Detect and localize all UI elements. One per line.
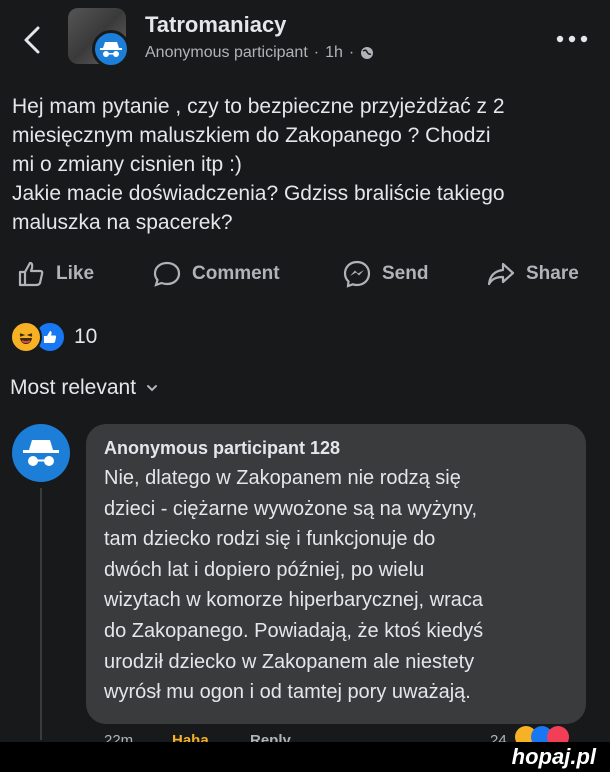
post-line: maluszka na spacerek? — [12, 211, 233, 234]
messenger-icon — [343, 260, 371, 288]
haha-reaction-icon — [10, 321, 42, 353]
post-line: miesięcznym maluszkiem do Zakopanego ? C… — [12, 124, 491, 147]
back-arrow-icon[interactable] — [18, 24, 46, 56]
sort-label: Most relevant — [10, 376, 137, 399]
comment-line: dwóch lat i dopiero później, po wielu — [104, 558, 425, 581]
comment-line: wizytach w komorze hiperbarycznej, wraca — [104, 589, 484, 612]
comment-author[interactable]: Anonymous participant 128 — [104, 438, 568, 459]
post-line: mi o zmiany cisnien itp :) — [12, 153, 242, 176]
post-line: Jakie macie doświadczenia? Gdziss braliś… — [12, 182, 505, 205]
share-button[interactable]: Share — [486, 252, 579, 296]
post-author[interactable]: Anonymous participant — [145, 44, 308, 62]
watermark-bar: hopaj.pl — [0, 742, 610, 772]
site-watermark-logo: hopaj.pl — [512, 744, 596, 770]
more-options-icon[interactable] — [555, 34, 589, 44]
post-actions: Like Comment Send Share — [0, 252, 610, 296]
post-body: Hej mam pytanie , czy to bezpieczne przy… — [12, 92, 602, 237]
comment-line: urodził dziecko w Zakopanem ale niestety — [104, 650, 475, 673]
comment-bubble: Anonymous participant 128 Nie, dlatego w… — [86, 424, 586, 724]
chevron-down-icon — [147, 385, 158, 392]
like-label: Like — [56, 263, 95, 284]
reaction-count: 10 — [74, 325, 98, 348]
send-label: Send — [382, 263, 429, 284]
comment-line: wyrósł mu ogon i od tamtej pory uważają. — [104, 681, 471, 704]
comment-sort-dropdown[interactable]: Most relevant — [10, 376, 158, 400]
commenter-avatar[interactable] — [12, 424, 70, 482]
thumbs-up-icon — [18, 261, 44, 287]
comment-button[interactable]: Comment — [152, 252, 280, 296]
comment-text: Nie, dlatego w Zakopanem nie rodzą się d… — [104, 463, 568, 708]
comment-line: tam dziecko rodzi się i funkcjonuje do — [104, 528, 436, 551]
share-label: Share — [526, 263, 579, 284]
send-button[interactable]: Send — [342, 252, 428, 296]
share-arrow-icon — [487, 262, 515, 286]
meta-separator: · — [348, 44, 355, 61]
post-header: Tatromaniacy Anonymous participant · 1h … — [0, 0, 610, 80]
post-meta: Anonymous participant · 1h · — [145, 44, 374, 62]
group-avatar[interactable] — [68, 8, 130, 68]
comment-line: Nie, dlatego w Zakopanem nie rodzą się — [104, 467, 461, 489]
post-line: Hej mam pytanie , czy to bezpieczne przy… — [12, 95, 505, 118]
group-name[interactable]: Tatromaniacy — [145, 12, 286, 38]
comment-bubble-icon — [153, 261, 181, 287]
comment-label: Comment — [192, 263, 280, 284]
watermark-tld: pl — [576, 744, 596, 769]
meta-separator: · — [313, 44, 320, 61]
watermark-name: hopaj — [511, 744, 571, 769]
comment-line: dzieci - ciężarne wywożone są na wyżyny, — [104, 497, 478, 520]
globe-icon — [361, 47, 374, 59]
comment-line: do Zakopanego. Powiadają, że ktoś kiedyś — [104, 619, 484, 642]
post-time[interactable]: 1h — [325, 44, 343, 62]
reactions-summary[interactable]: 10 — [10, 320, 97, 354]
thread-line — [40, 488, 42, 740]
like-button[interactable]: Like — [16, 252, 94, 296]
anonymous-avatar-icon — [92, 30, 130, 68]
anonymous-incognito-icon — [23, 440, 59, 466]
